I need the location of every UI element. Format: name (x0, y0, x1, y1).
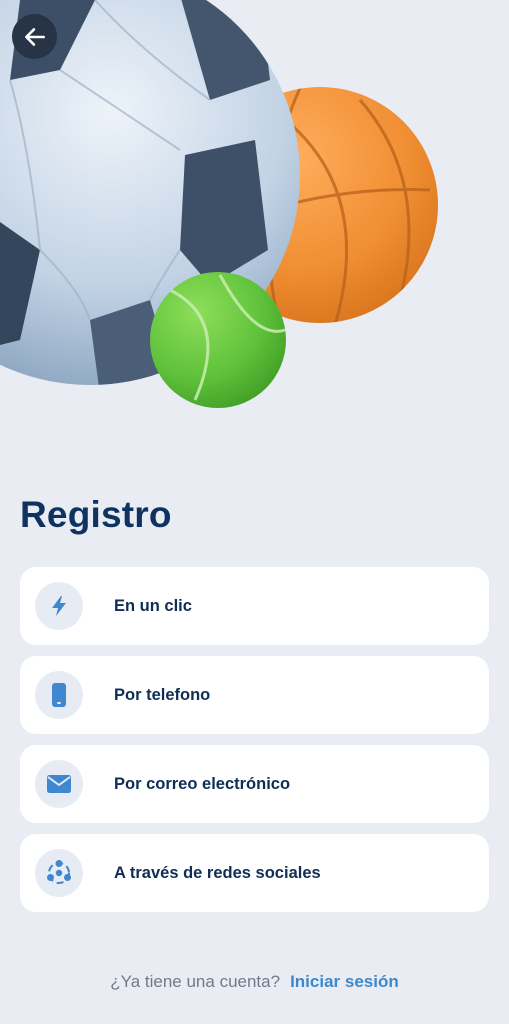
sports-balls-illustration (0, 0, 438, 408)
registration-options: En un clic Por telefono Por correo elect… (20, 567, 489, 923)
option-phone[interactable]: Por telefono (20, 656, 489, 734)
option-label: En un clic (114, 596, 192, 615)
phone-icon (35, 671, 83, 719)
login-question: ¿Ya tiene una cuenta? (110, 972, 281, 991)
option-label: Por telefono (114, 685, 211, 704)
tennis-ball-icon (150, 272, 286, 408)
lightning-icon (35, 582, 83, 630)
social-network-icon (35, 849, 83, 897)
login-link[interactable]: Iniciar sesión (290, 972, 399, 991)
option-one-click[interactable]: En un clic (20, 567, 489, 645)
page-title: Registro (20, 494, 172, 535)
option-email[interactable]: Por correo electrónico (20, 745, 489, 823)
login-prompt: ¿Ya tiene una cuenta? Iniciar sesión (0, 972, 509, 992)
envelope-icon (35, 760, 83, 808)
arrow-left-icon (24, 27, 45, 46)
option-social[interactable]: A través de redes sociales (20, 834, 489, 912)
option-label: Por correo electrónico (114, 774, 291, 793)
back-button[interactable] (12, 14, 57, 59)
option-label: A través de redes sociales (114, 863, 321, 882)
